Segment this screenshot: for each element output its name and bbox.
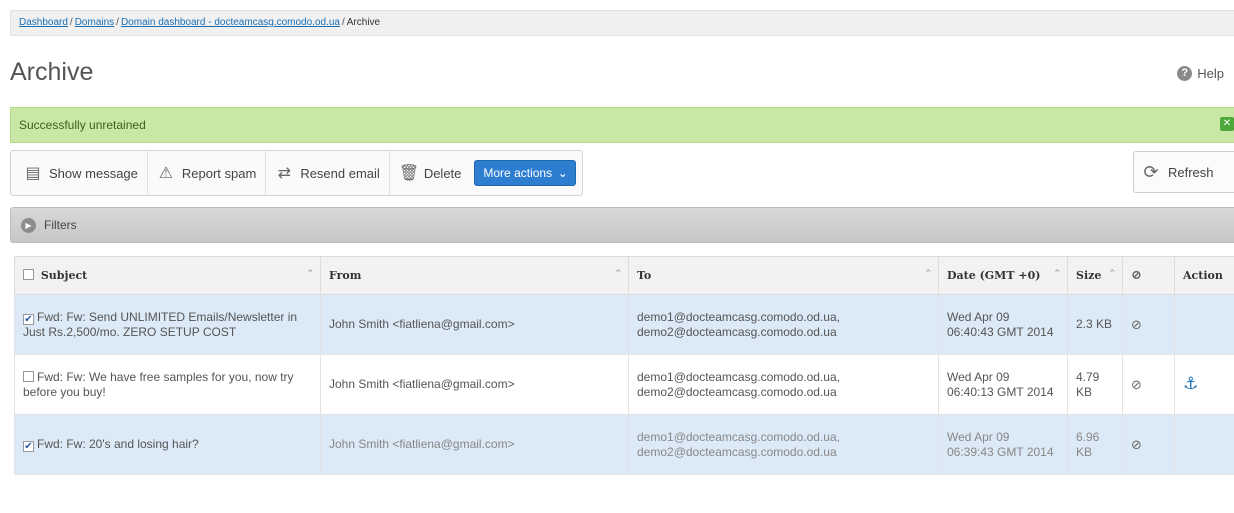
table-row[interactable]: ✔ Fwd: Fw: Send UNLIMITED Emails/Newslett… <box>14 294 1234 355</box>
cell-from: John Smith <fiatliena@gmail.com> <box>320 294 629 355</box>
select-all-checkbox[interactable] <box>23 269 34 280</box>
chevron-right-icon: ▶ <box>21 217 36 233</box>
column-header-from[interactable]: From ⌃ <box>320 256 629 295</box>
cell-action <box>1174 294 1234 355</box>
toolbar: ▤ Show message ⚠ Report spam ⇄ Resend em… <box>10 150 584 196</box>
paperclip-icon: ⊘ <box>1131 268 1142 283</box>
show-message-button[interactable]: ▤ Show message <box>15 151 148 195</box>
success-alert: Successfully unretained ✕ <box>10 107 1234 143</box>
column-header-date[interactable]: Date (GMT +0) ⌃ <box>938 256 1068 295</box>
cell-from: John Smith <fiatliena@gmail.com> <box>320 414 629 475</box>
archive-table: Subject ⌃ From ⌃ To ⌃ Date (GMT +0) ⌃ Si… <box>14 256 1234 475</box>
paperclip-icon: ⊘ <box>1131 436 1142 452</box>
breadcrumb: Dashboard / Domains / Domain dashboard - doc… <box>10 10 1234 36</box>
more-actions-button[interactable]: More actions ⌄ <box>474 160 577 186</box>
sort-icon: ⌃ <box>1053 269 1061 279</box>
cell-size: 6.96 KB <box>1067 414 1123 475</box>
cell-to: demo1@docteamcasg.comodo.od.ua, demo2@doc… <box>628 354 939 415</box>
chevron-down-icon: ⌄ <box>558 167 568 180</box>
message-icon: ▤ <box>25 165 41 182</box>
resend-email-label: Resend email <box>300 165 380 181</box>
sort-icon: ⌃ <box>614 269 622 279</box>
table-row[interactable]: ✔ Fwd: Fw: 20's and losing hair? John Smi… <box>14 414 1234 475</box>
report-spam-label: Report spam <box>181 165 257 181</box>
cell-subject: ✔ Fwd: Fw: 20's and losing hair? <box>14 414 321 475</box>
cell-action <box>1174 414 1234 475</box>
cell-date: Wed Apr 09 06:40:43 GMT 2014 <box>938 294 1068 355</box>
page-title: Archive <box>10 58 94 86</box>
close-icon[interactable]: ✕ <box>1220 117 1234 131</box>
row-checkbox[interactable] <box>23 370 34 382</box>
filters-label: Filters <box>44 218 77 232</box>
delete-button[interactable]: 🗑 Delete <box>390 151 471 195</box>
column-header-attachment[interactable]: ⊘ <box>1122 256 1175 295</box>
anchor-icon[interactable]: ⚓ <box>1183 374 1198 393</box>
table-row[interactable]: Fwd: Fw: We have free samples for you, n… <box>14 354 1234 415</box>
sort-icon: ⌃ <box>306 269 314 279</box>
show-message-label: Show message <box>49 165 138 181</box>
delete-label: Delete <box>423 165 462 181</box>
report-spam-button[interactable]: ⚠ Report spam <box>148 151 267 195</box>
paperclip-icon: ⊘ <box>1131 316 1142 332</box>
cell-size: 2.3 KB <box>1067 294 1123 355</box>
refresh-label: Refresh <box>1168 164 1214 180</box>
help-link[interactable]: ? Help <box>1177 66 1224 81</box>
refresh-button[interactable]: ⟳ Refresh <box>1133 151 1234 193</box>
breadcrumb-domain-dashboard[interactable]: Domain dashboard - docteamcasg.comodo.od… <box>121 17 340 28</box>
cell-subject: ✔ Fwd: Fw: Send UNLIMITED Emails/Newslett… <box>14 294 321 355</box>
cell-attachment: ⊘ <box>1122 294 1175 355</box>
cell-attachment: ⊘ <box>1122 414 1175 475</box>
cell-to: demo1@docteamcasg.comodo.od.ua, demo2@doc… <box>628 414 939 475</box>
resend-email-button[interactable]: ⇄ Resend email <box>266 151 390 195</box>
help-icon: ? <box>1177 66 1193 81</box>
cell-subject: Fwd: Fw: We have free samples for you, n… <box>14 354 321 415</box>
breadcrumb-domains[interactable]: Domains <box>75 17 114 28</box>
breadcrumb-current: Archive <box>346 17 381 28</box>
column-header-action: Action <box>1174 256 1234 295</box>
column-header-to[interactable]: To ⌃ <box>628 256 939 295</box>
resend-icon: ⇄ <box>277 165 292 182</box>
refresh-icon: ⟳ <box>1143 161 1159 182</box>
help-label: Help <box>1197 66 1224 81</box>
more-actions-label: More actions <box>483 166 553 180</box>
cell-size: 4.79 KB <box>1067 354 1123 415</box>
alert-message: Successfully unretained <box>19 118 146 132</box>
sort-icon: ⌃ <box>1108 269 1116 279</box>
row-checkbox[interactable]: ✔ <box>23 313 34 325</box>
filters-panel-toggle[interactable]: ▶ Filters <box>10 207 1234 243</box>
row-checkbox[interactable]: ✔ <box>23 441 34 452</box>
cell-attachment: ⊘ <box>1122 354 1175 415</box>
breadcrumb-dashboard[interactable]: Dashboard <box>19 17 68 28</box>
column-header-size[interactable]: Size ⌃ <box>1067 256 1123 295</box>
cell-action: ⚓ <box>1174 354 1234 415</box>
column-header-subject[interactable]: Subject ⌃ <box>14 256 321 295</box>
cell-date: Wed Apr 09 06:39:43 GMT 2014 <box>938 414 1068 475</box>
sort-icon: ⌃ <box>924 269 932 279</box>
paperclip-icon: ⊘ <box>1131 376 1142 392</box>
trash-icon: 🗑 <box>398 165 420 182</box>
cell-date: Wed Apr 09 06:40:13 GMT 2014 <box>938 354 1068 415</box>
cell-from: John Smith <fiatliena@gmail.com> <box>320 354 629 415</box>
warning-icon: ⚠ <box>158 165 174 182</box>
cell-to: demo1@docteamcasg.comodo.od.ua, demo2@doc… <box>628 294 939 355</box>
